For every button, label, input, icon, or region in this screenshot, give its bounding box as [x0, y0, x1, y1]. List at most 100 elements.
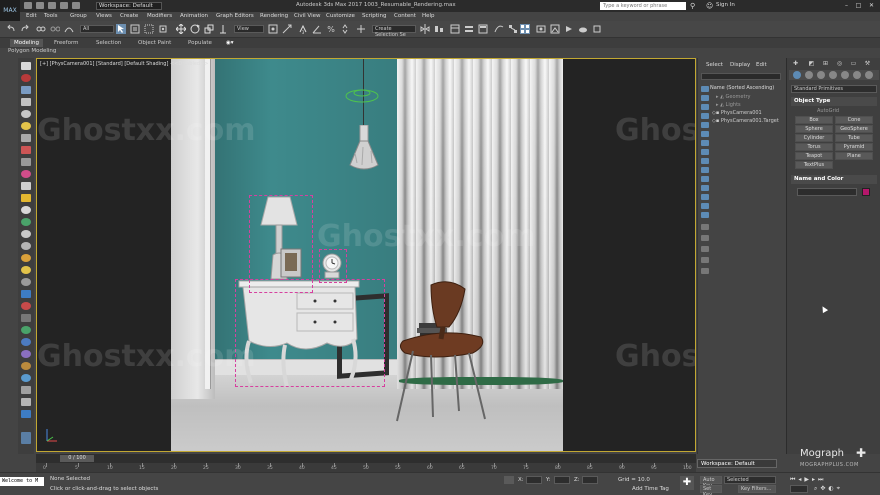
- filter-all-icon[interactable]: [701, 194, 709, 200]
- object-name-field[interactable]: [797, 188, 857, 196]
- auto-key-button[interactable]: Auto Key: [700, 476, 722, 489]
- textplus-button[interactable]: TextPlus: [795, 161, 833, 169]
- explorer-column-header[interactable]: Name (Sorted Ascending): [710, 85, 774, 91]
- pyramid-button[interactable]: Pyramid: [835, 143, 873, 151]
- trackbar[interactable]: 0 5 10 15 20 25 30 35 40 45 50 55 60 65 70 75 80 85 90 95 10…: [36, 463, 696, 472]
- filter-groups-icon[interactable]: [701, 140, 709, 146]
- brush-icon[interactable]: [21, 362, 31, 370]
- layer-icon[interactable]: [21, 98, 31, 106]
- menu-content[interactable]: Content: [394, 13, 416, 19]
- align-icon[interactable]: [434, 24, 444, 34]
- render-in-cloud-icon[interactable]: [578, 24, 588, 34]
- explorer-row-lights[interactable]: ▸ ◭ Lights: [716, 102, 741, 108]
- move-icon[interactable]: [175, 23, 187, 35]
- spinner-snap-icon[interactable]: [340, 24, 350, 34]
- tool-icon[interactable]: [21, 314, 31, 322]
- filter-bones-icon[interactable]: [701, 158, 709, 164]
- helper-icon[interactable]: [21, 158, 31, 166]
- bind-space-warp-icon[interactable]: [64, 24, 74, 34]
- material-icon[interactable]: [21, 146, 31, 154]
- filter-spacewarps-icon[interactable]: [701, 131, 709, 137]
- curve-editor-icon[interactable]: [494, 24, 504, 34]
- cylinder-button[interactable]: Cylinder: [795, 134, 833, 142]
- pivot-center-icon[interactable]: [268, 24, 278, 34]
- rendered-frame-window-icon[interactable]: [550, 24, 560, 34]
- grid-icon[interactable]: [21, 182, 31, 190]
- filter-none-icon[interactable]: [701, 203, 709, 209]
- toggle-scene-explorer-icon[interactable]: [450, 24, 460, 34]
- torus-button[interactable]: Torus: [795, 143, 833, 151]
- find-icon[interactable]: [701, 268, 709, 274]
- app-logo[interactable]: MAX: [0, 0, 20, 22]
- edit-named-selection-icon[interactable]: [356, 24, 366, 34]
- layer-explorer-icon[interactable]: [701, 246, 709, 252]
- filter-shapes-icon[interactable]: [701, 95, 709, 101]
- save-icon[interactable]: [48, 2, 56, 9]
- search-input[interactable]: Type a keyword or phrase: [600, 2, 686, 10]
- filter-containers-icon[interactable]: [701, 167, 709, 173]
- rectangular-selection-icon[interactable]: [144, 24, 154, 34]
- select-dependents-icon[interactable]: [701, 235, 709, 241]
- filter-helpers-icon[interactable]: [701, 122, 709, 128]
- display-tab-icon[interactable]: ▭: [849, 60, 858, 68]
- binoculars-icon[interactable]: ⚲: [690, 2, 698, 10]
- ribbon-options-icon[interactable]: ◉▾: [222, 39, 238, 47]
- utilities-tab-icon[interactable]: ⚒: [863, 60, 872, 68]
- z-coord-field[interactable]: [582, 476, 598, 484]
- snaps-toggle-icon[interactable]: 3: [298, 24, 308, 35]
- menu-scripting[interactable]: Scripting: [362, 13, 386, 19]
- helpers-icon[interactable]: [841, 71, 849, 79]
- scale-icon[interactable]: [204, 24, 214, 34]
- key-filters-button[interactable]: Key Filters...: [738, 485, 776, 493]
- menu-group[interactable]: Group: [70, 13, 87, 19]
- explorer-tab-display[interactable]: Display: [730, 62, 750, 68]
- key-mode-icon[interactable]: ✚: [680, 476, 694, 490]
- shapes-icon[interactable]: [805, 71, 813, 79]
- camera-icon[interactable]: [21, 134, 31, 142]
- sphere-icon[interactable]: [21, 206, 31, 214]
- render-production-icon[interactable]: [564, 24, 574, 34]
- autogrid-checkbox[interactable]: AutoGrid: [817, 108, 839, 114]
- maxscript-listener[interactable]: Welcome to M: [0, 477, 44, 486]
- red-sphere-icon[interactable]: [21, 74, 31, 82]
- sun-icon[interactable]: [21, 254, 31, 262]
- teapot-icon[interactable]: [21, 230, 31, 238]
- modifier-icon[interactable]: [21, 170, 31, 178]
- menu-graph-editors[interactable]: Graph Editors: [216, 13, 254, 19]
- minimize-icon[interactable]: –: [842, 2, 851, 10]
- hierarchy-tab-icon[interactable]: ⊞: [821, 60, 830, 68]
- a360-gallery-icon[interactable]: [592, 24, 602, 34]
- rotate-icon[interactable]: [190, 24, 201, 34]
- menu-civil-view[interactable]: Civil View: [294, 13, 320, 19]
- menu-rendering[interactable]: Rendering: [260, 13, 288, 19]
- maximize-icon[interactable]: □: [854, 2, 863, 10]
- water-icon[interactable]: [21, 374, 31, 382]
- tube-button[interactable]: Tube: [835, 134, 873, 142]
- filter-cameras-icon[interactable]: [701, 113, 709, 119]
- tab-selection[interactable]: Selection: [92, 39, 125, 47]
- percent-snap-icon[interactable]: %: [326, 24, 336, 34]
- leaf-icon[interactable]: [21, 326, 31, 334]
- sphere-button[interactable]: Sphere: [795, 125, 833, 133]
- select-manipulate-icon[interactable]: [282, 24, 292, 34]
- filter-xrefs-icon[interactable]: [701, 149, 709, 155]
- place-icon[interactable]: [218, 24, 228, 34]
- viewport-label[interactable]: [+] [PhysCamera001] [Standard] [Default …: [40, 61, 208, 67]
- menu-animation[interactable]: Animation: [180, 13, 208, 19]
- tab-populate[interactable]: Populate: [184, 39, 216, 47]
- box-button[interactable]: Box: [795, 116, 833, 124]
- open-icon[interactable]: [36, 2, 44, 9]
- tab-modeling[interactable]: Modeling: [10, 39, 44, 47]
- time-slider[interactable]: 0 / 100: [36, 454, 696, 463]
- schematic-view-icon[interactable]: [508, 24, 518, 34]
- viewport-icon[interactable]: [21, 86, 31, 94]
- selection-filter-select[interactable]: All: [80, 25, 114, 33]
- filter-invert-icon[interactable]: [701, 212, 709, 218]
- link-icon[interactable]: [36, 24, 46, 34]
- create-tab-icon[interactable]: ✚: [791, 60, 800, 68]
- name-and-color-rollout[interactable]: Name and Color: [791, 175, 877, 184]
- explorer-row-physcamera[interactable]: ◇▪ PhysCamera001: [712, 110, 762, 116]
- green-sphere-icon[interactable]: [21, 218, 31, 226]
- lightbulb-icon[interactable]: [21, 122, 31, 130]
- lights-icon[interactable]: [817, 71, 825, 79]
